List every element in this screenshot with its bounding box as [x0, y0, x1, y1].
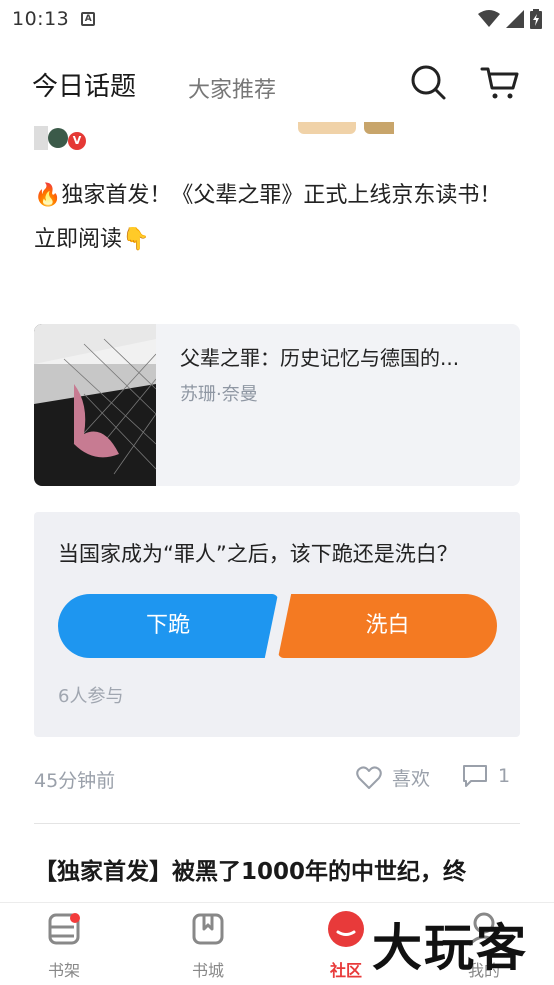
cart-icon[interactable]	[480, 62, 520, 102]
nav-label: 书城	[191, 961, 224, 980]
author-name-cropped	[134, 122, 294, 134]
book-cover-image	[34, 324, 156, 486]
post-divider	[34, 823, 520, 824]
post-text-line: 立即阅读👇	[34, 227, 150, 252]
post-meta: 45分钟前 喜欢 1	[34, 764, 520, 794]
tab-today-topic[interactable]: 今日话题	[32, 66, 136, 103]
post-content[interactable]: 🔥独家首发！《父辈之罪》正式上线京东读书！ 立即阅读👇	[34, 174, 524, 262]
verified-badge: V	[68, 132, 86, 150]
notification-icon: A	[81, 12, 96, 26]
like-button[interactable]: 喜欢	[356, 764, 430, 791]
wifi-icon	[478, 10, 500, 27]
nav-label: 书架	[47, 961, 80, 980]
community-icon	[328, 911, 364, 947]
poll-question: 当国家成为“罪人”之后，该下跪还是洗白？	[58, 542, 458, 566]
comment-count: 1	[498, 765, 511, 787]
post-time: 45分钟前	[34, 770, 116, 792]
poll-option-whitewash-button[interactable]: 洗白	[278, 594, 497, 658]
comment-button[interactable]: 1	[462, 764, 510, 788]
post-text-line: 🔥独家首发！《父辈之罪》正式上线京东读书！	[34, 183, 502, 208]
status-bar: 10:13 A	[0, 0, 554, 38]
poll-card: 当国家成为“罪人”之后，该下跪还是洗白？ 下跪 洗白 6人参与	[34, 512, 520, 737]
author-tag	[298, 122, 356, 134]
avatar	[34, 126, 68, 150]
signal-icon	[506, 10, 524, 28]
status-icons	[478, 9, 542, 29]
tab-recommend[interactable]: 大家推荐	[188, 72, 276, 104]
battery-icon	[530, 9, 542, 29]
poll-participants: 6人参与	[58, 686, 124, 707]
nav-item-bookstore[interactable]: 书城	[168, 909, 248, 984]
watermark: 大玩客	[372, 919, 528, 977]
post-author-row[interactable]: V	[34, 122, 394, 152]
top-header: 今日话题 大家推荐	[0, 50, 554, 120]
nav-item-bookshelf[interactable]: 书架	[24, 909, 104, 984]
bookshelf-badge	[70, 913, 80, 923]
next-post-title-text: 【独家首发】被黑了1000年的中世纪，终	[34, 859, 467, 885]
book-author: 苏珊·奈曼	[180, 384, 258, 405]
search-icon[interactable]	[408, 62, 448, 102]
book-title: 父辈之罪：历史记忆与德国的...	[180, 346, 460, 370]
heart-icon	[356, 765, 382, 789]
book-card[interactable]: 父辈之罪：历史记忆与德国的... 苏珊·奈曼	[34, 324, 520, 486]
author-tag	[364, 122, 394, 134]
comment-icon	[463, 765, 487, 787]
bookstore-icon	[192, 913, 224, 945]
status-time: 10:13	[12, 8, 70, 30]
poll-option-kneel-button[interactable]: 下跪	[58, 594, 278, 658]
like-label: 喜欢	[392, 768, 431, 790]
